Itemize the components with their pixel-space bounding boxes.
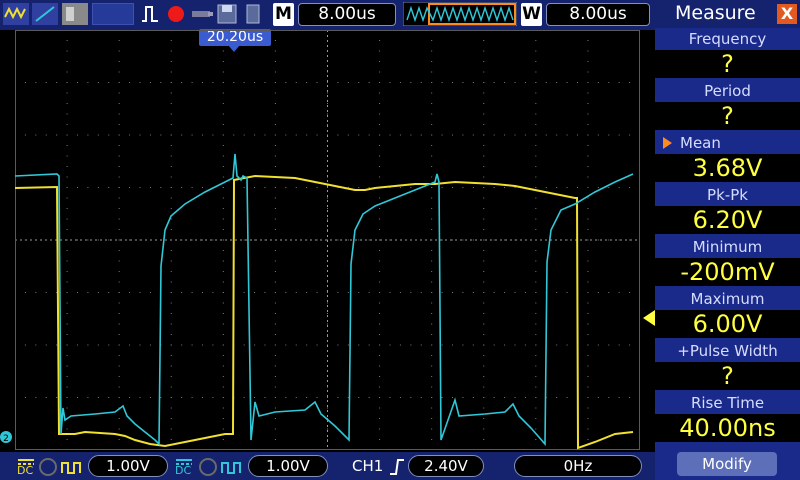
ch1-bandwidth-icon[interactable] <box>38 457 58 477</box>
waveform-display <box>15 30 640 450</box>
modify-button[interactable]: Modify <box>677 452 777 476</box>
measure-label-7[interactable]: Rise Time <box>655 393 800 413</box>
trigger-level-marker[interactable] <box>641 310 655 326</box>
measure-value-3: 6.20V <box>655 206 800 234</box>
selected-arrow-icon <box>663 137 672 149</box>
measure-label-4[interactable]: Minimum <box>655 237 800 257</box>
ch2-waveform-icon[interactable] <box>32 3 58 25</box>
rising-edge-icon[interactable] <box>388 456 406 478</box>
measure-value-6: ? <box>655 362 800 390</box>
measure-label-5[interactable]: Maximum <box>655 289 800 309</box>
measure-label-6[interactable]: +Pulse Width <box>655 341 800 361</box>
ch2-ground-marker[interactable]: 2 <box>0 430 14 444</box>
window-timebase-display[interactable]: 8.00us <box>546 3 650 26</box>
trigger-level-display[interactable]: 2.40V <box>408 455 484 477</box>
window-mode-indicator: W <box>521 3 542 26</box>
usb-storage-icon[interactable] <box>242 3 264 25</box>
save-disk-icon[interactable] <box>216 3 238 25</box>
ch1-waveform-icon[interactable] <box>3 3 29 25</box>
measure-label-0[interactable]: Frequency <box>655 29 800 49</box>
timebase-display[interactable]: 8.00us <box>298 3 396 26</box>
svg-text:2: 2 <box>3 434 9 444</box>
top-toolbar: M 8.00us W 8.00us <box>0 0 655 30</box>
bottom-status-bar: DC 1.00V DC 1.00V CH1 2.40V 0Hz <box>0 452 655 480</box>
measure-label-2[interactable]: Mean <box>655 133 800 153</box>
measure-label-3[interactable]: Pk-Pk <box>655 185 800 205</box>
frequency-counter-display: 0Hz <box>514 455 642 477</box>
measure-label-1[interactable]: Period <box>655 81 800 101</box>
ref-channel-slot[interactable] <box>92 3 134 25</box>
measure-value-2: 3.68V <box>655 154 800 182</box>
ch2-trace <box>15 153 634 447</box>
measure-value-7: 40.00ns <box>655 414 800 442</box>
trigger-source-label[interactable]: CH1 <box>352 457 383 475</box>
measure-panel: Measure X Frequency? Period? Mean 3.68V Pk-P… <box>655 0 800 480</box>
ch2-invert-icon[interactable] <box>220 457 244 477</box>
measure-value-0: ? <box>655 50 800 78</box>
measure-panel-title: Measure <box>675 2 756 24</box>
measure-value-4: -200mV <box>655 258 800 286</box>
ch2-bandwidth-icon[interactable] <box>198 457 218 477</box>
measure-value-1: ? <box>655 102 800 130</box>
math-channel-icon[interactable] <box>62 3 88 25</box>
ch1-scale-display[interactable]: 1.00V <box>88 455 168 477</box>
probe-icon[interactable] <box>190 3 214 25</box>
pulse-trigger-icon[interactable] <box>140 3 162 25</box>
ch1-trace <box>15 174 634 450</box>
record-icon[interactable] <box>165 3 187 25</box>
waveform-overview-icon[interactable] <box>403 2 517 26</box>
measure-panel-header: Measure X <box>655 0 800 28</box>
close-icon[interactable]: X <box>777 4 797 24</box>
ch2-coupling-label: DC <box>175 464 192 477</box>
time-mode-indicator: M <box>273 3 294 26</box>
ch1-invert-icon[interactable] <box>60 457 84 477</box>
measure-value-5: 6.00V <box>655 310 800 338</box>
ch1-coupling-label: DC <box>17 464 34 477</box>
ch2-scale-display[interactable]: 1.00V <box>248 455 328 477</box>
